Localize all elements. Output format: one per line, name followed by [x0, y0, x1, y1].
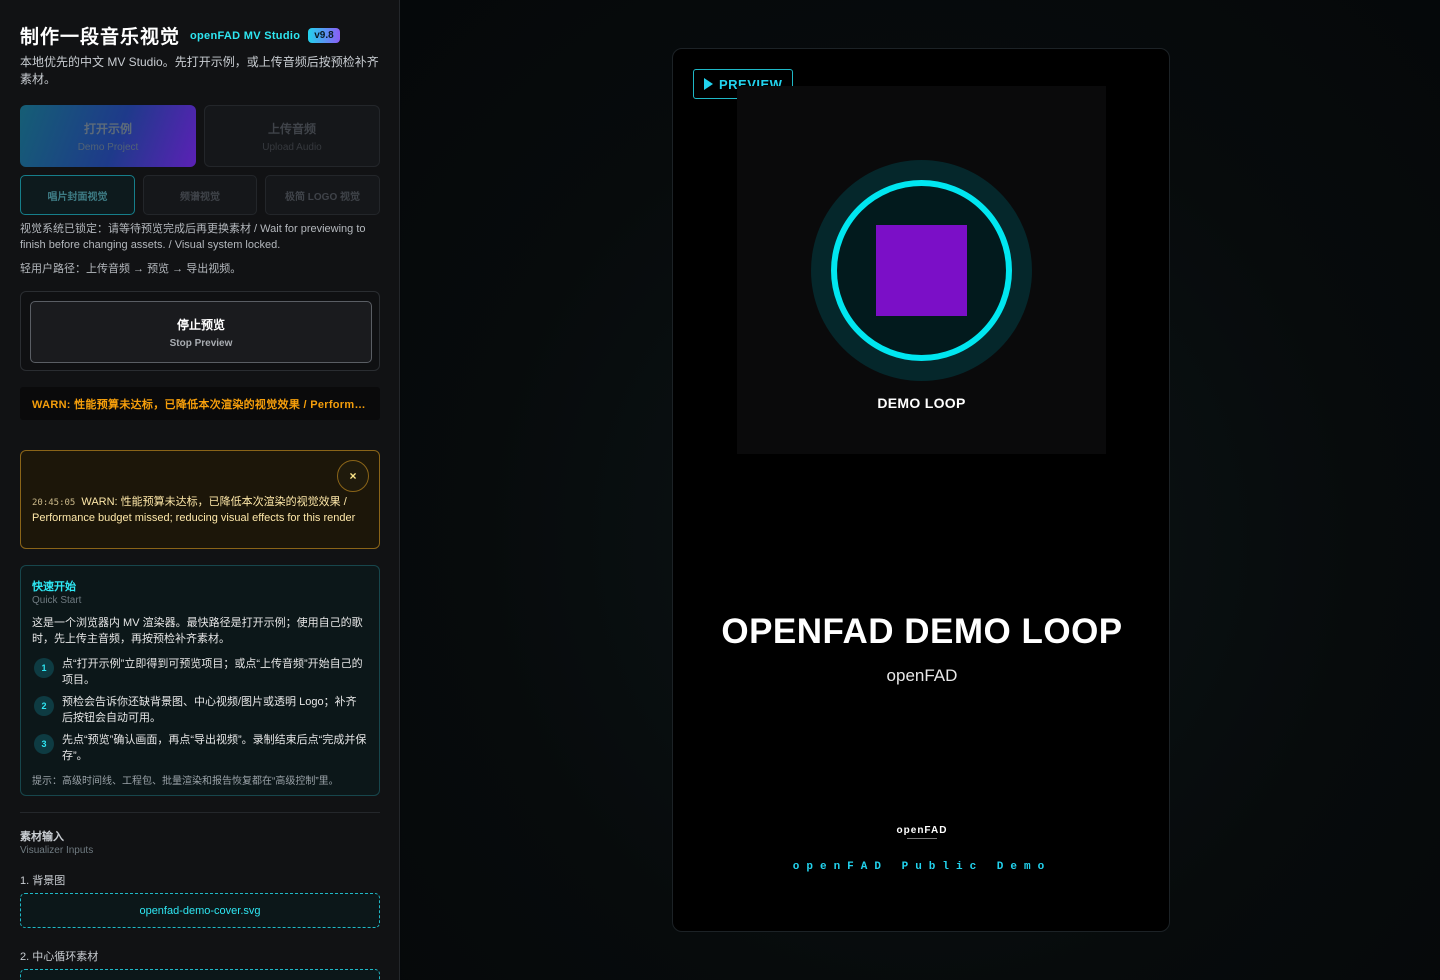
inputs-title: 素材输入 [20, 831, 64, 843]
stop-preview-panel: 停止预览 Stop Preview [20, 291, 380, 371]
stop-preview-label: 停止预览 [176, 317, 225, 332]
cover-visual: DEMO LOOP [737, 86, 1106, 454]
step-number: 1 [34, 658, 54, 678]
version-badge: v9.8 [308, 28, 340, 43]
quick-start-description: 这是一个浏览器内 MV 渲染器。最快路径是打开示例；使用自己的歌时，先上传主音频… [32, 617, 363, 645]
warning-bar: WARN: 性能预算未达标，已降低本次渲染的视觉效果 / Performance… [20, 387, 380, 420]
mode-cover-button[interactable]: 唱片封面视觉 [20, 175, 135, 215]
step-text: 点“打开示例”立即得到可预览项目；或点“上传音频”开始自己的项目。 [62, 658, 363, 686]
section-divider [20, 812, 380, 813]
sidebar: 制作一段音乐视觉 openFAD MV Studio v9.8 本地优先的中文 … [0, 0, 400, 980]
step-text: 预检会告诉你还缺背景图、中心视频/图片或透明 Logo；补齐后按钮会自动可用。 [62, 696, 357, 724]
background-label: 1. 背景图 [20, 875, 66, 887]
center-loop-square [876, 225, 967, 316]
open-demo-button[interactable]: 打开示例 Demo Project [20, 105, 196, 167]
open-demo-label: 打开示例 [83, 121, 132, 136]
quick-start-subtitle: Quick Start [32, 595, 82, 606]
logo-underline [907, 838, 937, 839]
upload-audio-button[interactable]: 上传音频 Upload Audio [204, 105, 380, 167]
brand-logo: openFAD [673, 825, 1169, 839]
inputs-subtitle: Visualizer Inputs [20, 845, 94, 856]
close-icon[interactable]: × [337, 460, 369, 492]
open-demo-sublabel: Demo Project [77, 141, 139, 153]
toast-message: 20:45:05 WARN: 性能预算未达标，已降低本次渲染的视觉效果 / Per… [32, 495, 362, 526]
preview-footer: openFAD Public Demo [792, 861, 1052, 873]
intro-text: 本地优先的中文 MV Studio。先打开示例，或上传音频后按预检补齐素材。 [20, 55, 379, 86]
quick-start-tip: 提示：高级时间线、工程包、批量渲染和报告恢复都在“高级控制”里。 [32, 776, 339, 787]
locked-status: 视觉系统已锁定：请等待预览完成后再更换素材 / Wait for preview… [20, 223, 366, 251]
stop-preview-sublabel: Stop Preview [169, 337, 233, 349]
step-text: 先点“预览”确认画面，再点“导出视频”。录制结束后点“完成并保存”。 [62, 734, 367, 762]
play-icon [704, 78, 713, 90]
stop-preview-button[interactable]: 停止预览 Stop Preview [30, 301, 372, 363]
preview-stage: PREVIEW DEMO LOOP OPENFAD DEMO LOOP open… [401, 0, 1440, 980]
song-artist: openFAD [886, 666, 958, 685]
upload-audio-sublabel: Upload Audio [262, 141, 322, 153]
quick-start-title: 快速开始 [32, 581, 76, 593]
background-file-input[interactable]: openfad-demo-cover.svg [20, 893, 380, 928]
center-loop-label: 2. 中心循环素材 [20, 951, 99, 963]
song-title: OPENFAD DEMO LOOP [721, 612, 1123, 651]
preview-canvas: PREVIEW DEMO LOOP OPENFAD DEMO LOOP open… [672, 48, 1170, 932]
user-path-hint: 轻用户路径：上传音频 → 预览 → 导出视频。 [20, 263, 242, 275]
quick-start-card: 快速开始 Quick Start 这是一个浏览器内 MV 渲染器。最快路径是打开… [20, 565, 380, 796]
mode-logo-button[interactable]: 极简 LOGO 视觉 [265, 175, 380, 215]
toast-time: 20:45:05 [32, 498, 76, 508]
page-title: 制作一段音乐视觉 [20, 27, 181, 48]
app-header: 制作一段音乐视觉 openFAD MV Studio v9.8 [20, 22, 340, 49]
upload-audio-label: 上传音频 [267, 121, 316, 136]
step-number: 3 [34, 734, 54, 754]
warning-bar-text: WARN: 性能预算未达标，已降低本次渲染的视觉效果 / Performance… [32, 398, 368, 411]
brand-name: openFAD MV Studio [190, 29, 301, 42]
step-number: 2 [34, 696, 54, 716]
warning-toast: × 20:45:05 WARN: 性能预算未达标，已降低本次渲染的视觉效果 / P… [20, 450, 380, 549]
cover-label: DEMO LOOP [877, 395, 966, 411]
toast-text: WARN: 性能预算未达标，已降低本次渲染的视觉效果 / Performance… [32, 496, 356, 524]
mode-spectrum-button[interactable]: 频谱视觉 [143, 175, 257, 215]
center-loop-file-input[interactable] [20, 969, 380, 980]
logo-text: openFAD [896, 825, 948, 836]
